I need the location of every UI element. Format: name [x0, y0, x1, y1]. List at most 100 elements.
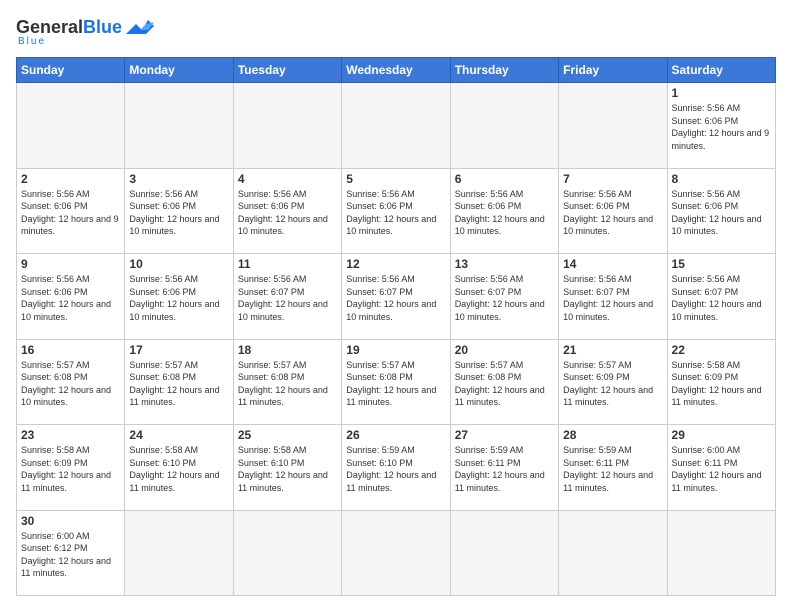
logo-text: General Blue [16, 16, 154, 38]
day-number: 5 [346, 172, 445, 186]
day-cell: 22 Sunrise: 5:58 AM Sunset: 6:09 PM Dayli… [667, 339, 775, 425]
day-number: 26 [346, 428, 445, 442]
day-info: Sunrise: 5:56 AM Sunset: 6:07 PM Dayligh… [455, 273, 554, 323]
day-info: Sunrise: 5:56 AM Sunset: 6:06 PM Dayligh… [455, 188, 554, 238]
day-cell: 29 Sunrise: 6:00 AM Sunset: 6:11 PM Dayli… [667, 425, 775, 511]
day-cell [450, 83, 558, 169]
day-info: Sunrise: 5:58 AM Sunset: 6:10 PM Dayligh… [238, 444, 337, 494]
day-info: Sunrise: 5:56 AM Sunset: 6:06 PM Dayligh… [346, 188, 445, 238]
week-row-5: 30Sunrise: 6:00 AM Sunset: 6:12 PM Dayli… [17, 510, 776, 596]
day-number: 25 [238, 428, 337, 442]
day-number: 18 [238, 343, 337, 357]
day-number: 23 [21, 428, 120, 442]
day-cell [559, 83, 667, 169]
day-cell [125, 510, 233, 596]
weekday-monday: Monday [125, 58, 233, 83]
day-info: Sunrise: 5:58 AM Sunset: 6:09 PM Dayligh… [672, 359, 771, 409]
day-number: 24 [129, 428, 228, 442]
day-cell [342, 510, 450, 596]
day-info: Sunrise: 5:59 AM Sunset: 6:11 PM Dayligh… [563, 444, 662, 494]
day-cell: 28 Sunrise: 5:59 AM Sunset: 6:11 PM Dayli… [559, 425, 667, 511]
day-info: Sunrise: 5:56 AM Sunset: 6:06 PM Dayligh… [129, 188, 228, 238]
day-cell [233, 510, 341, 596]
day-number: 2 [21, 172, 120, 186]
weekday-friday: Friday [559, 58, 667, 83]
calendar-table: SundayMondayTuesdayWednesdayThursdayFrid… [16, 57, 776, 596]
day-info: Sunrise: 5:59 AM Sunset: 6:10 PM Dayligh… [346, 444, 445, 494]
day-cell: 13 Sunrise: 5:56 AM Sunset: 6:07 PM Dayli… [450, 254, 558, 340]
day-number: 21 [563, 343, 662, 357]
day-number: 9 [21, 257, 120, 271]
header: General Blue Blue [16, 16, 776, 47]
day-number: 11 [238, 257, 337, 271]
day-cell [559, 510, 667, 596]
week-row-2: 9 Sunrise: 5:56 AM Sunset: 6:06 PM Daylig… [17, 254, 776, 340]
day-info: Sunrise: 5:56 AM Sunset: 6:06 PM Dayligh… [129, 273, 228, 323]
day-cell: 5 Sunrise: 5:56 AM Sunset: 6:06 PM Daylig… [342, 168, 450, 254]
day-cell: 30Sunrise: 6:00 AM Sunset: 6:12 PM Dayli… [17, 510, 125, 596]
day-cell [233, 83, 341, 169]
day-info: Sunrise: 5:56 AM Sunset: 6:07 PM Dayligh… [238, 273, 337, 323]
day-info: Sunrise: 5:57 AM Sunset: 6:08 PM Dayligh… [129, 359, 228, 409]
day-info: Sunrise: 5:56 AM Sunset: 6:07 PM Dayligh… [563, 273, 662, 323]
day-number: 16 [21, 343, 120, 357]
day-cell: 7 Sunrise: 5:56 AM Sunset: 6:06 PM Daylig… [559, 168, 667, 254]
day-number: 15 [672, 257, 771, 271]
calendar-page: General Blue Blue SundayMondayTuesdayWed… [0, 0, 792, 612]
day-cell: 11 Sunrise: 5:56 AM Sunset: 6:07 PM Dayli… [233, 254, 341, 340]
calendar-body: 1Sunrise: 5:56 AM Sunset: 6:06 PM Daylig… [17, 83, 776, 596]
day-info: Sunrise: 5:58 AM Sunset: 6:10 PM Dayligh… [129, 444, 228, 494]
day-cell: 15Sunrise: 5:56 AM Sunset: 6:07 PM Dayli… [667, 254, 775, 340]
day-info: Sunrise: 5:56 AM Sunset: 6:06 PM Dayligh… [21, 188, 120, 238]
day-cell: 26 Sunrise: 5:59 AM Sunset: 6:10 PM Dayli… [342, 425, 450, 511]
day-cell: 6 Sunrise: 5:56 AM Sunset: 6:06 PM Daylig… [450, 168, 558, 254]
day-info: Sunrise: 6:00 AM Sunset: 6:12 PM Dayligh… [21, 530, 120, 580]
weekday-row: SundayMondayTuesdayWednesdayThursdayFrid… [17, 58, 776, 83]
week-row-3: 16 Sunrise: 5:57 AM Sunset: 6:08 PM Dayli… [17, 339, 776, 425]
day-info: Sunrise: 5:56 AM Sunset: 6:06 PM Dayligh… [672, 188, 771, 238]
day-number: 20 [455, 343, 554, 357]
logo: General Blue Blue [16, 16, 154, 47]
day-info: Sunrise: 5:57 AM Sunset: 6:08 PM Dayligh… [346, 359, 445, 409]
day-cell [125, 83, 233, 169]
day-number: 28 [563, 428, 662, 442]
logo-blue: Blue [83, 17, 122, 38]
day-number: 14 [563, 257, 662, 271]
day-info: Sunrise: 5:56 AM Sunset: 6:06 PM Dayligh… [21, 273, 120, 323]
day-number: 8 [672, 172, 771, 186]
logo-bird-icon [126, 16, 154, 38]
day-number: 3 [129, 172, 228, 186]
day-number: 7 [563, 172, 662, 186]
day-cell [17, 83, 125, 169]
day-cell: 1Sunrise: 5:56 AM Sunset: 6:06 PM Daylig… [667, 83, 775, 169]
weekday-wednesday: Wednesday [342, 58, 450, 83]
day-number: 29 [672, 428, 771, 442]
week-row-4: 23 Sunrise: 5:58 AM Sunset: 6:09 PM Dayli… [17, 425, 776, 511]
day-number: 13 [455, 257, 554, 271]
day-cell: 12Sunrise: 5:56 AM Sunset: 6:07 PM Dayli… [342, 254, 450, 340]
logo-tagline: Blue [18, 36, 46, 47]
day-info: Sunrise: 5:57 AM Sunset: 6:09 PM Dayligh… [563, 359, 662, 409]
week-row-0: 1Sunrise: 5:56 AM Sunset: 6:06 PM Daylig… [17, 83, 776, 169]
day-number: 22 [672, 343, 771, 357]
day-cell: 14 Sunrise: 5:56 AM Sunset: 6:07 PM Dayli… [559, 254, 667, 340]
day-cell: 16Sunrise: 5:57 AM Sunset: 6:08 PM Dayli… [17, 339, 125, 425]
day-info: Sunrise: 5:56 AM Sunset: 6:06 PM Dayligh… [563, 188, 662, 238]
day-cell [342, 83, 450, 169]
day-info: Sunrise: 6:00 AM Sunset: 6:11 PM Dayligh… [672, 444, 771, 494]
logo-general: General [16, 17, 83, 38]
day-cell: 19Sunrise: 5:57 AM Sunset: 6:08 PM Dayli… [342, 339, 450, 425]
day-info: Sunrise: 5:57 AM Sunset: 6:08 PM Dayligh… [238, 359, 337, 409]
day-info: Sunrise: 5:58 AM Sunset: 6:09 PM Dayligh… [21, 444, 120, 494]
day-number: 6 [455, 172, 554, 186]
day-number: 4 [238, 172, 337, 186]
day-info: Sunrise: 5:59 AM Sunset: 6:11 PM Dayligh… [455, 444, 554, 494]
day-cell: 17 Sunrise: 5:57 AM Sunset: 6:08 PM Dayli… [125, 339, 233, 425]
weekday-sunday: Sunday [17, 58, 125, 83]
day-number: 17 [129, 343, 228, 357]
day-cell: 25 Sunrise: 5:58 AM Sunset: 6:10 PM Dayli… [233, 425, 341, 511]
day-cell: 10Sunrise: 5:56 AM Sunset: 6:06 PM Dayli… [125, 254, 233, 340]
day-info: Sunrise: 5:56 AM Sunset: 6:07 PM Dayligh… [346, 273, 445, 323]
day-cell: 2 Sunrise: 5:56 AM Sunset: 6:06 PM Daylig… [17, 168, 125, 254]
day-info: Sunrise: 5:56 AM Sunset: 6:06 PM Dayligh… [238, 188, 337, 238]
